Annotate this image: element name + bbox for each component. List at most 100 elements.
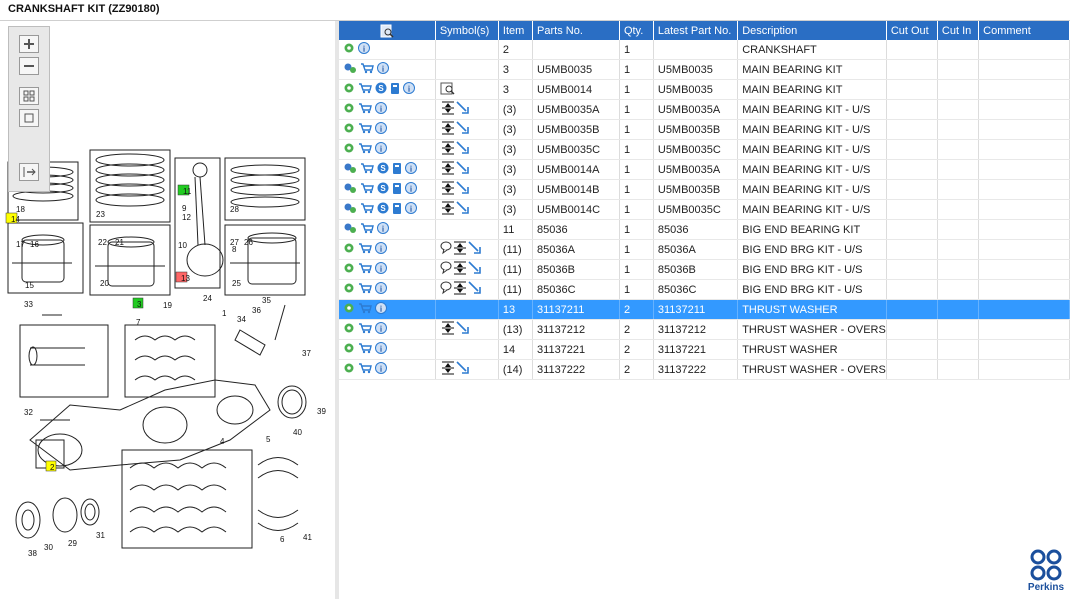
info-icon[interactable]: i (377, 62, 389, 77)
info-icon[interactable]: i (403, 82, 415, 97)
callout-26[interactable]: 26 (244, 238, 253, 247)
callout-29[interactable]: 29 (68, 539, 77, 548)
latest-part-column-header[interactable]: Latest Part No. (653, 21, 739, 40)
callout-28[interactable]: 28 (230, 205, 239, 214)
undersize-icon[interactable] (440, 101, 456, 118)
cart-icon[interactable] (360, 182, 374, 197)
cart-icon[interactable] (358, 242, 372, 257)
info-icon[interactable]: i (405, 182, 417, 197)
info-icon[interactable]: i (375, 282, 387, 297)
callout-19[interactable]: 19 (163, 301, 172, 310)
gear-icon[interactable] (343, 242, 355, 257)
table-row[interactable]: Si 3 U5MB0014 1 U5MB0035 MAIN BEARING KIT (339, 79, 1070, 100)
table-row[interactable]: i (11) 85036C 1 85036C BIG END BRG KIT - U/S (339, 279, 1070, 300)
cart-icon[interactable] (358, 322, 372, 337)
replaced-by-icon[interactable] (456, 201, 470, 218)
gear-icon[interactable] (343, 322, 355, 337)
undersize-icon[interactable] (440, 201, 456, 218)
undersize-icon[interactable] (440, 181, 456, 198)
service-icon[interactable]: S (375, 82, 387, 97)
info-icon[interactable]: i (375, 122, 387, 137)
service-icon[interactable]: S (377, 182, 389, 197)
callout-9[interactable]: 9 (182, 204, 187, 213)
cut-out-column-header[interactable]: Cut Out (886, 21, 938, 40)
callout-27[interactable]: 27 (230, 238, 239, 247)
table-row[interactable]: i 2 1 CRANKSHAFT (339, 40, 1070, 60)
callout-24[interactable]: 24 (203, 294, 212, 303)
table-row[interactable]: i 11 85036 1 85036 BIG END BEARING KIT (339, 219, 1070, 240)
config-icon[interactable] (343, 182, 357, 197)
cart-icon[interactable] (358, 302, 372, 317)
cut-in-column-header[interactable]: Cut In (937, 21, 980, 40)
gear-icon[interactable] (343, 282, 355, 297)
callout-22[interactable]: 22 (98, 238, 107, 247)
table-row[interactable]: i (13) 31137212 2 31137212 THRUST WASHER - OV… (339, 319, 1070, 340)
callout-41[interactable]: 41 (303, 533, 312, 542)
book-icon[interactable] (392, 202, 402, 218)
replaced-by-icon[interactable] (456, 161, 470, 178)
cart-icon[interactable] (358, 362, 372, 377)
callout-7[interactable]: 7 (136, 318, 141, 327)
callout-23[interactable]: 23 (96, 210, 105, 219)
info-icon[interactable]: i (375, 142, 387, 157)
cart-icon[interactable] (358, 342, 372, 357)
callout-20[interactable]: 20 (100, 279, 109, 288)
undersize-icon[interactable] (452, 281, 468, 298)
config-icon[interactable] (343, 222, 357, 237)
replaced-by-icon[interactable] (468, 261, 482, 278)
table-row[interactable]: i (11) 85036B 1 85036B BIG END BRG KIT - U/S (339, 259, 1070, 280)
cart-icon[interactable] (360, 62, 374, 77)
cart-icon[interactable] (358, 142, 372, 157)
book-icon[interactable] (392, 182, 402, 198)
callout-3[interactable]: 3 (137, 300, 142, 309)
table-row[interactable]: i 13 31137211 2 31137211 THRUST WASHER (339, 299, 1070, 320)
callout-35[interactable]: 35 (262, 296, 271, 305)
table-row[interactable]: i 3 U5MB0035 1 U5MB0035 MAIN BEARING KIT (339, 59, 1070, 80)
comment-icon[interactable] (440, 281, 452, 298)
info-icon[interactable]: i (405, 202, 417, 217)
callout-32[interactable]: 32 (24, 408, 33, 417)
undersize-icon[interactable] (440, 161, 456, 178)
callout-16[interactable]: 16 (30, 240, 39, 249)
cart-icon[interactable] (358, 102, 372, 117)
comment-icon[interactable] (440, 261, 452, 278)
replaced-by-icon[interactable] (456, 101, 470, 118)
undersize-icon[interactable] (440, 121, 456, 138)
undersize-icon[interactable] (452, 241, 468, 258)
cart-icon[interactable] (358, 82, 372, 97)
zoom-in-button[interactable] (19, 35, 39, 53)
callout-10[interactable]: 10 (178, 241, 187, 250)
info-icon[interactable]: i (405, 162, 417, 177)
gear-icon[interactable] (343, 262, 355, 277)
callout-14[interactable]: 14 (11, 215, 20, 224)
replaced-by-icon[interactable] (456, 361, 470, 378)
callout-38[interactable]: 38 (28, 549, 37, 558)
parts-no-column-header[interactable]: Parts No. (532, 21, 620, 40)
service-icon[interactable]: S (377, 202, 389, 217)
replaced-by-icon[interactable] (456, 181, 470, 198)
table-row[interactable]: i (14) 31137222 2 31137222 THRUST WASHER - OV… (339, 359, 1070, 380)
description-column-header[interactable]: Description (737, 21, 887, 40)
callout-34[interactable]: 34 (237, 315, 246, 324)
table-row[interactable]: i (3) U5MB0035A 1 U5MB0035A MAIN BEARING KIT … (339, 99, 1070, 120)
callout-5[interactable]: 5 (266, 435, 271, 444)
replaced-by-icon[interactable] (468, 281, 482, 298)
symbols-column-header[interactable]: Symbol(s) (435, 21, 499, 40)
callout-25[interactable]: 25 (232, 279, 241, 288)
book-search-icon[interactable] (440, 82, 456, 98)
table-row[interactable]: i (11) 85036A 1 85036A BIG END BRG KIT - U/S (339, 239, 1070, 260)
info-icon[interactable]: i (377, 222, 389, 237)
gear-icon[interactable] (343, 82, 355, 97)
undersize-icon[interactable] (440, 141, 456, 158)
gear-icon[interactable] (343, 142, 355, 157)
undersize-icon[interactable] (452, 261, 468, 278)
export-button[interactable] (19, 163, 39, 181)
callout-11[interactable]: 11 (183, 187, 192, 196)
qty-column-header[interactable]: Qty. (619, 21, 654, 40)
callout-37[interactable]: 37 (302, 349, 311, 358)
info-icon[interactable]: i (375, 342, 387, 357)
cart-icon[interactable] (358, 282, 372, 297)
service-icon[interactable]: S (377, 162, 389, 177)
table-row[interactable]: Si (3) U5MB0014A 1 U5MB0035A MAIN BEARING KIT… (339, 159, 1070, 180)
book-icon[interactable] (390, 82, 400, 98)
